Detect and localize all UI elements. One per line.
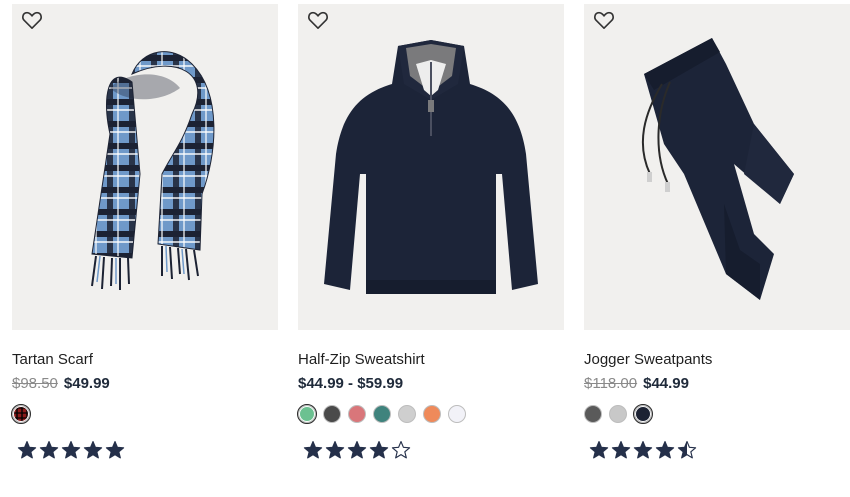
product-card[interactable]: Half-Zip Sweatshirt $44.99 - $59.99 <box>297 4 564 459</box>
sweatpants-image <box>584 4 850 330</box>
price: $98.50 $49.99 <box>12 375 110 392</box>
sale-price: $44.99 <box>643 375 689 392</box>
star-filled-icon <box>611 441 631 459</box>
color-swatch[interactable] <box>398 405 416 423</box>
star-empty-icon <box>391 441 411 459</box>
product-image[interactable] <box>12 4 278 330</box>
star-filled-icon <box>17 441 37 459</box>
price: $44.99 - $59.99 <box>298 375 403 392</box>
star-half-icon <box>677 441 697 459</box>
star-rating <box>589 440 697 459</box>
color-swatches <box>11 404 31 424</box>
color-swatch[interactable] <box>11 404 31 424</box>
star-filled-icon <box>347 441 367 459</box>
product-name[interactable]: Half-Zip Sweatshirt <box>298 351 425 368</box>
heart-icon[interactable] <box>21 10 43 30</box>
product-name[interactable]: Jogger Sweatpants <box>584 351 712 368</box>
star-filled-icon <box>39 441 59 459</box>
sale-price: $49.99 <box>63 375 110 392</box>
star-filled-icon <box>303 441 323 459</box>
product-card[interactable]: Jogger Sweatpants $118.00 $44.99 <box>584 4 850 459</box>
star-filled-icon <box>325 441 345 459</box>
price-range: $44.99 - $59.99 <box>298 375 404 392</box>
product-image[interactable] <box>298 4 564 330</box>
star-filled-icon <box>61 441 81 459</box>
price: $118.00 $44.99 <box>584 375 689 392</box>
product-name[interactable]: Tartan Scarf <box>12 351 93 368</box>
star-filled-icon <box>83 441 103 459</box>
color-swatch[interactable] <box>348 405 366 423</box>
star-filled-icon <box>589 441 609 459</box>
color-swatch[interactable] <box>448 405 466 423</box>
scarf-image <box>12 4 278 330</box>
color-swatch[interactable] <box>609 405 627 423</box>
heart-icon[interactable] <box>593 10 615 30</box>
color-swatches <box>584 404 653 424</box>
star-filled-icon <box>655 441 675 459</box>
star-rating <box>303 440 411 459</box>
star-filled-icon <box>105 441 125 459</box>
color-swatch[interactable] <box>423 405 441 423</box>
color-swatch[interactable] <box>633 404 653 424</box>
original-price: $118.00 <box>584 375 638 392</box>
color-swatch[interactable] <box>373 405 391 423</box>
color-swatch[interactable] <box>584 405 602 423</box>
heart-icon[interactable] <box>307 10 329 30</box>
color-swatch[interactable] <box>297 404 317 424</box>
star-rating <box>17 440 125 459</box>
color-swatches <box>297 404 466 424</box>
product-image[interactable] <box>584 4 850 330</box>
star-filled-icon <box>633 441 653 459</box>
color-swatch[interactable] <box>323 405 341 423</box>
original-price: $98.50 <box>12 375 58 392</box>
sweatshirt-image <box>298 4 564 330</box>
star-filled-icon <box>369 441 389 459</box>
product-card[interactable]: Tartan Scarf $98.50 $49.99 <box>11 4 278 459</box>
